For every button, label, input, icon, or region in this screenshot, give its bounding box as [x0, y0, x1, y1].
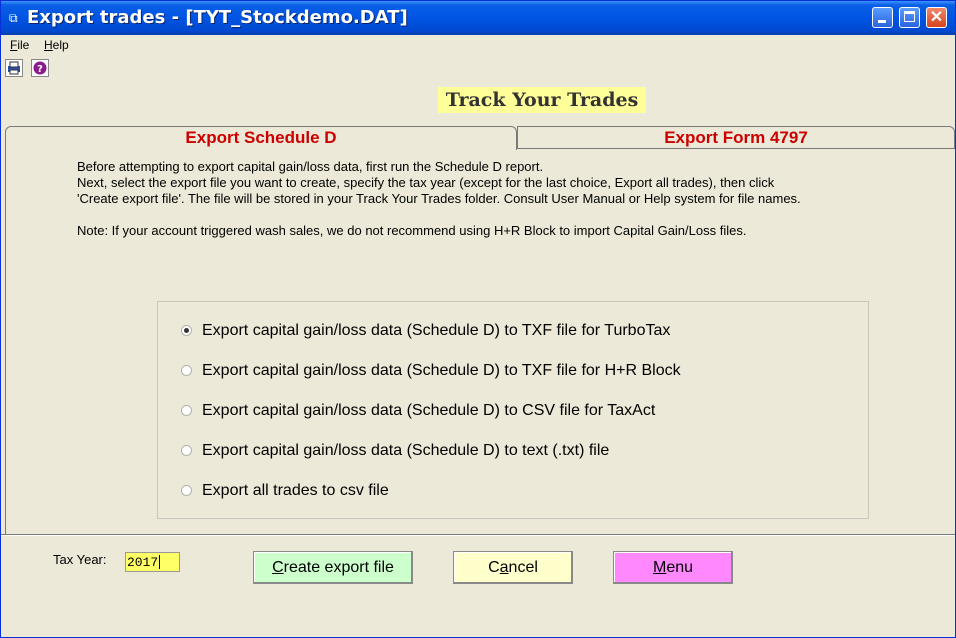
app-icon[interactable]: ⧉ [9, 11, 21, 25]
maximize-icon [904, 11, 915, 22]
option-label: Export capital gain/loss data (Schedule … [202, 322, 671, 339]
option-label: Export capital gain/loss data (Schedule … [202, 402, 656, 419]
tab-export-form-4797[interactable]: Export Form 4797 [517, 126, 955, 148]
option-label: Export capital gain/loss data (Schedule … [202, 442, 610, 459]
tax-year-value: 2017 [127, 555, 159, 570]
tax-year-label: Tax Year: [53, 552, 107, 567]
maximize-button[interactable] [899, 7, 920, 28]
tax-year-input[interactable]: 2017 [125, 552, 180, 572]
menu-help-mnemonic: H [44, 38, 53, 52]
radio-button[interactable] [181, 485, 192, 496]
wash-sale-note: Note: If your account triggered wash sal… [77, 223, 747, 238]
export-trades-window: ⧉ Export trades - [TYT_Stockdemo.DAT] ✕ … [0, 0, 956, 638]
instruction-line: Before attempting to export capital gain… [77, 159, 544, 174]
button-label: reate export file [283, 559, 394, 576]
radio-button[interactable] [181, 405, 192, 416]
instructions-text: Before attempting to export capital gain… [77, 159, 955, 239]
radio-button[interactable] [181, 325, 192, 336]
menu-help[interactable]: Help [44, 38, 69, 52]
create-export-file-button[interactable]: Create export file [253, 551, 413, 584]
option-label: Export all trades to csv file [202, 482, 389, 499]
menu-help-label: elp [52, 38, 69, 52]
button-mnemonic: C [272, 559, 284, 576]
title-bar[interactable]: ⧉ Export trades - [TYT_Stockdemo.DAT] ✕ [1, 1, 955, 35]
minimize-icon [878, 20, 886, 23]
brand-banner: Track Your Trades [438, 87, 646, 113]
svg-text:?: ? [37, 64, 43, 75]
divider [1, 534, 955, 536]
instruction-line: Next, select the export file you want to… [77, 175, 775, 190]
help-icon[interactable]: ? [31, 59, 49, 77]
radio-button[interactable] [181, 365, 192, 376]
print-icon[interactable] [5, 59, 23, 77]
menu-file[interactable]: File [10, 38, 29, 52]
button-mnemonic: a [499, 559, 509, 576]
text-caret [159, 555, 161, 569]
radio-button[interactable] [181, 445, 192, 456]
menu-bar: File Help [1, 35, 955, 55]
button-label: enu [666, 559, 694, 576]
close-icon: ✕ [929, 9, 944, 26]
menu-file-label: ile [17, 38, 30, 52]
button-label-prefix: C [488, 559, 500, 576]
button-mnemonic: M [652, 559, 667, 576]
tab-export-schedule-d[interactable]: Export Schedule D [5, 126, 517, 150]
close-button[interactable]: ✕ [926, 7, 947, 28]
cancel-button[interactable]: Cancel [453, 551, 573, 584]
radio-selected-dot [184, 328, 189, 333]
minimize-button[interactable] [872, 7, 893, 28]
menu-button[interactable]: Menu [613, 551, 733, 584]
option-label: Export capital gain/loss data (Schedule … [202, 362, 681, 379]
window-title: Export trades - [TYT_Stockdemo.DAT] [27, 7, 408, 28]
button-label: ncel [508, 559, 538, 576]
instruction-line: 'Create export file'. The file will be s… [77, 191, 801, 206]
